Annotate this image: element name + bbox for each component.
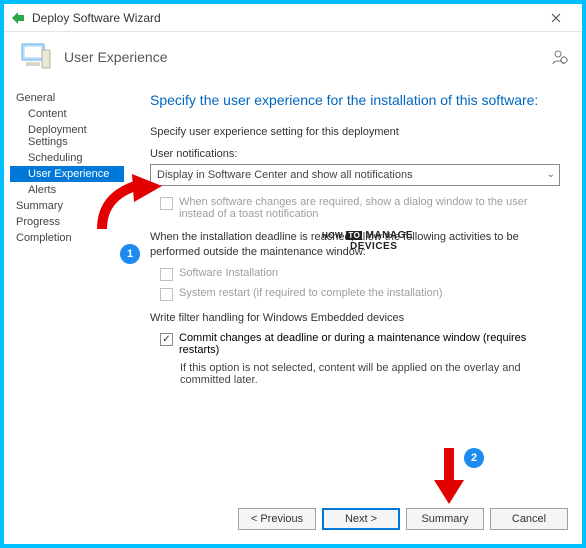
software-installation-label: Software Installation: [179, 267, 278, 279]
sidebar-item-alerts[interactable]: Alerts: [10, 182, 124, 198]
user-notifications-dropdown[interactable]: Display in Software Center and show all …: [150, 164, 560, 186]
write-filter-label: Write filter handling for Windows Embedd…: [150, 311, 560, 326]
sidebar-item-summary[interactable]: Summary: [10, 198, 124, 214]
user-notifications-value: Display in Software Center and show all …: [157, 169, 413, 181]
wizard-header: User Experience: [4, 32, 582, 86]
wizard-footer: < Previous Next > Summary Cancel: [4, 498, 582, 544]
close-button[interactable]: [536, 4, 576, 32]
wizard-steps-sidebar: General Content Deployment Settings Sche…: [4, 86, 126, 498]
commit-changes-label: Commit changes at deadline or during a m…: [179, 332, 560, 356]
system-restart-checkbox: [160, 288, 173, 301]
commit-changes-checkbox[interactable]: ✓: [160, 333, 173, 346]
dialog-window-checkbox: [160, 197, 173, 210]
content-heading: Specify the user experience for the inst…: [150, 92, 560, 108]
titlebar: Deploy Software Wizard: [4, 4, 582, 32]
chevron-down-icon: ⌄: [547, 169, 555, 180]
user-notifications-label: User notifications:: [150, 148, 560, 160]
software-installation-checkbox-row: Software Installation: [160, 267, 560, 281]
sidebar-item-content[interactable]: Content: [10, 106, 124, 122]
watermark: HOW TO MANAGE DEVICES: [322, 230, 413, 252]
sidebar-item-user-experience[interactable]: User Experience: [10, 166, 124, 182]
content-panel: Specify the user experience for the inst…: [126, 86, 582, 498]
sidebar-item-deployment-settings[interactable]: Deployment Settings: [10, 122, 124, 150]
previous-button[interactable]: < Previous: [238, 508, 316, 530]
wizard-window: Deploy Software Wizard User Experience G…: [4, 4, 582, 544]
annotation-badge-1: 1: [120, 244, 140, 264]
sidebar-item-completion[interactable]: Completion: [10, 230, 124, 246]
annotation-badge-2: 2: [464, 448, 484, 468]
sidebar-item-progress[interactable]: Progress: [10, 214, 124, 230]
user-setting-icon[interactable]: [552, 49, 568, 65]
system-restart-label: System restart (if required to complete …: [179, 287, 443, 299]
dialog-window-checkbox-label: When software changes are required, show…: [179, 196, 560, 220]
content-description: Specify user experience setting for this…: [150, 126, 560, 138]
sidebar-item-general[interactable]: General: [10, 90, 124, 106]
sidebar-item-scheduling[interactable]: Scheduling: [10, 150, 124, 166]
computer-icon: [18, 40, 52, 74]
next-button[interactable]: Next >: [322, 508, 400, 530]
summary-button[interactable]: Summary: [406, 508, 484, 530]
dialog-window-checkbox-row: When software changes are required, show…: [160, 196, 560, 220]
app-icon: [10, 10, 26, 26]
window-title: Deploy Software Wizard: [32, 11, 536, 25]
system-restart-checkbox-row: System restart (if required to complete …: [160, 287, 560, 301]
commit-changes-checkbox-row[interactable]: ✓ Commit changes at deadline or during a…: [160, 332, 560, 356]
software-installation-checkbox: [160, 268, 173, 281]
page-title: User Experience: [64, 49, 168, 65]
cancel-button[interactable]: Cancel: [490, 508, 568, 530]
commit-changes-note: If this option is not selected, content …: [180, 362, 560, 386]
